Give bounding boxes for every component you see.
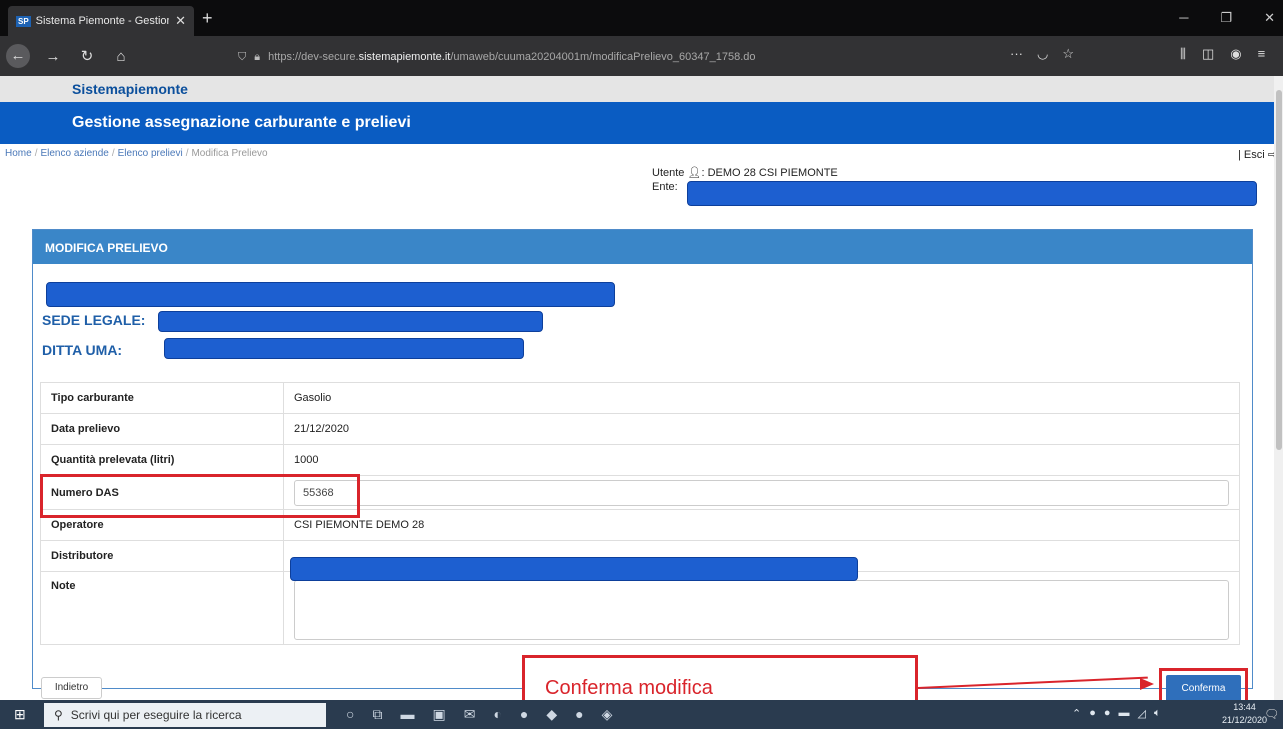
distributore-label: Distributore: [40, 540, 284, 572]
breadcrumb-current: Modifica Prelievo: [191, 148, 268, 159]
account-icon[interactable]: ◉: [1230, 46, 1241, 62]
table-row: Data prelievo 21/12/2020: [40, 413, 1240, 445]
skype-icon[interactable]: ●: [575, 706, 583, 723]
url-bar[interactable]: ⛉ 🔒︎ https://dev-secure. sistemapiemonte.…: [238, 46, 1090, 68]
library-icon[interactable]: ⫼: [1180, 46, 1186, 62]
breadcrumb-home[interactable]: Home: [5, 148, 32, 159]
tray-app-icon[interactable]: ●: [1089, 707, 1096, 720]
reload-icon[interactable]: ↻: [76, 47, 98, 65]
ditta-uma-label: DITTA UMA:: [42, 342, 123, 358]
numero-das-input[interactable]: 55368: [294, 479, 1229, 506]
chevron-up-icon[interactable]: ⌃: [1072, 707, 1081, 720]
clock-date: 21/12/2020: [1222, 715, 1268, 725]
quantita-label: Quantità prelevata (litri): [40, 444, 284, 476]
table-row: Note: [40, 571, 1240, 645]
windows-taskbar: ⊞ ⚲ Scrivi qui per eseguire la ricerca ○…: [0, 700, 1283, 729]
table-row: Tipo carburante Gasolio: [40, 382, 1240, 414]
quantita-value: 1000: [283, 444, 1240, 476]
sidebar-icon[interactable]: ◫: [1202, 46, 1214, 62]
redaction-distributore: [290, 557, 858, 581]
taskbar-search[interactable]: ⚲ Scrivi qui per eseguire la ricerca: [44, 703, 326, 727]
volume-icon[interactable]: 🔈︎: [1154, 707, 1161, 720]
scrollbar-thumb[interactable]: [1276, 90, 1282, 450]
windows-start-icon[interactable]: ⊞: [14, 706, 26, 723]
browser-tab-bar: SP Sistema Piemonte - Gestione a ✕ + ─ ❐…: [0, 0, 1283, 36]
close-tab-icon[interactable]: ✕: [175, 13, 186, 29]
url-actions: ··· ◡ ☆: [1010, 46, 1074, 62]
close-window-icon[interactable]: ✕: [1264, 10, 1275, 26]
brand-bar: Sistemapiemonte: [0, 76, 1283, 102]
new-tab-icon[interactable]: +: [202, 8, 213, 29]
lock-icon[interactable]: 🔒︎: [254, 51, 260, 64]
clock-time: 13:44: [1233, 702, 1256, 712]
pocket-icon[interactable]: ◡: [1037, 46, 1048, 62]
data-prelievo-label: Data prelievo: [40, 413, 284, 445]
logout-link[interactable]: | Esci ⇨: [1238, 148, 1277, 161]
shield-icon[interactable]: ⛉: [238, 51, 246, 64]
panel-title: MODIFICA PRELIEVO: [33, 230, 1252, 264]
menu-icon[interactable]: ≡: [1258, 46, 1266, 62]
minimize-icon[interactable]: ─: [1179, 10, 1188, 26]
app-icon[interactable]: ◆: [546, 706, 557, 723]
notifications-icon[interactable]: 🗨︎: [1264, 707, 1279, 721]
note-label: Note: [40, 571, 284, 645]
app-title: Gestione assegnazione carburante e preli…: [72, 114, 411, 131]
file-explorer-icon[interactable]: ▬: [400, 706, 414, 723]
taskbar-search-placeholder: Scrivi qui per eseguire la ricerca: [70, 708, 242, 722]
taskbar-clock[interactable]: 13:44 21/12/2020: [1222, 701, 1267, 727]
page-actions-icon[interactable]: ···: [1010, 46, 1023, 62]
sede-legale-label: SEDE LEGALE:: [42, 312, 146, 328]
back-button[interactable]: Indietro: [41, 677, 102, 699]
redaction-ditta-uma: [164, 338, 524, 359]
app-icon[interactable]: ◈: [602, 706, 613, 723]
highlight-numero-das: [40, 474, 360, 518]
tab-title: Sistema Piemonte - Gestione a: [35, 15, 169, 27]
ente-label: Ente:: [652, 181, 678, 193]
breadcrumb: Home / Elenco aziende / Elenco prelievi / Modi…: [5, 148, 268, 159]
logout-label: | Esci: [1238, 149, 1265, 161]
redaction-ente: [687, 181, 1257, 206]
url-host: sistemapiemonte.it: [358, 51, 451, 63]
data-prelievo-value: 21/12/2020: [283, 413, 1240, 445]
store-icon[interactable]: ▣: [432, 706, 445, 723]
system-tray: ⌃ ● ● ▬ ◿ 🔈︎: [1072, 707, 1161, 720]
edge-icon[interactable]: ◐: [493, 706, 501, 723]
breadcrumb-prelievi[interactable]: Elenco prelievi: [118, 148, 183, 159]
utente-label: Utente: [652, 167, 685, 179]
utente-value: : DEMO 28 CSI PIEMONTE: [701, 167, 838, 179]
tray-app-icon[interactable]: ●: [1104, 707, 1111, 720]
toolbar-right: ⫼ ◫ ◉ ≡: [1180, 46, 1265, 62]
breadcrumb-aziende[interactable]: Elenco aziende: [40, 148, 108, 159]
note-textarea[interactable]: [294, 580, 1229, 640]
firefox-icon[interactable]: ●: [520, 706, 528, 723]
operatore-value: CSI PIEMONTE DEMO 28: [283, 509, 1240, 541]
cortana-icon[interactable]: ○: [346, 706, 354, 723]
battery-icon[interactable]: ▬: [1119, 707, 1130, 720]
url-path: /umaweb/cuuma20204001m/modificaPrelievo_…: [450, 51, 756, 63]
site-favicon: SP: [16, 15, 31, 27]
mail-icon[interactable]: ✉: [464, 706, 476, 723]
redaction-sede-legale: [158, 311, 543, 332]
user-icon: 👤︎: [687, 167, 702, 179]
forward-icon[interactable]: →: [42, 48, 64, 65]
annotation-arrow-head: [1140, 678, 1154, 690]
search-icon: ⚲: [54, 708, 63, 722]
taskbar-icons: ○ ⧉ ▬ ▣ ✉ ◐ ● ◆ ● ◈: [346, 706, 612, 723]
app-header: Gestione assegnazione carburante e preli…: [0, 102, 1283, 144]
browser-tab[interactable]: SP Sistema Piemonte - Gestione a ✕: [8, 6, 194, 36]
tipo-carburante-value: Gasolio: [283, 382, 1240, 414]
url-prefix: https://dev-secure.: [268, 51, 359, 63]
network-icon[interactable]: ◿: [1138, 707, 1146, 720]
window-controls: ─ ❐ ✕: [1179, 10, 1275, 26]
redaction-azienda: [46, 282, 615, 307]
brand-logo-text[interactable]: Sistemapiemonte: [72, 81, 188, 97]
home-icon[interactable]: ⌂: [110, 48, 132, 65]
table-row: Quantità prelevata (litri) 1000: [40, 444, 1240, 476]
bookmark-star-icon[interactable]: ☆: [1062, 46, 1074, 62]
restore-icon[interactable]: ❐: [1220, 10, 1232, 26]
tipo-carburante-label: Tipo carburante: [40, 382, 284, 414]
back-icon[interactable]: ←: [6, 44, 30, 68]
task-view-icon[interactable]: ⧉: [372, 706, 382, 723]
